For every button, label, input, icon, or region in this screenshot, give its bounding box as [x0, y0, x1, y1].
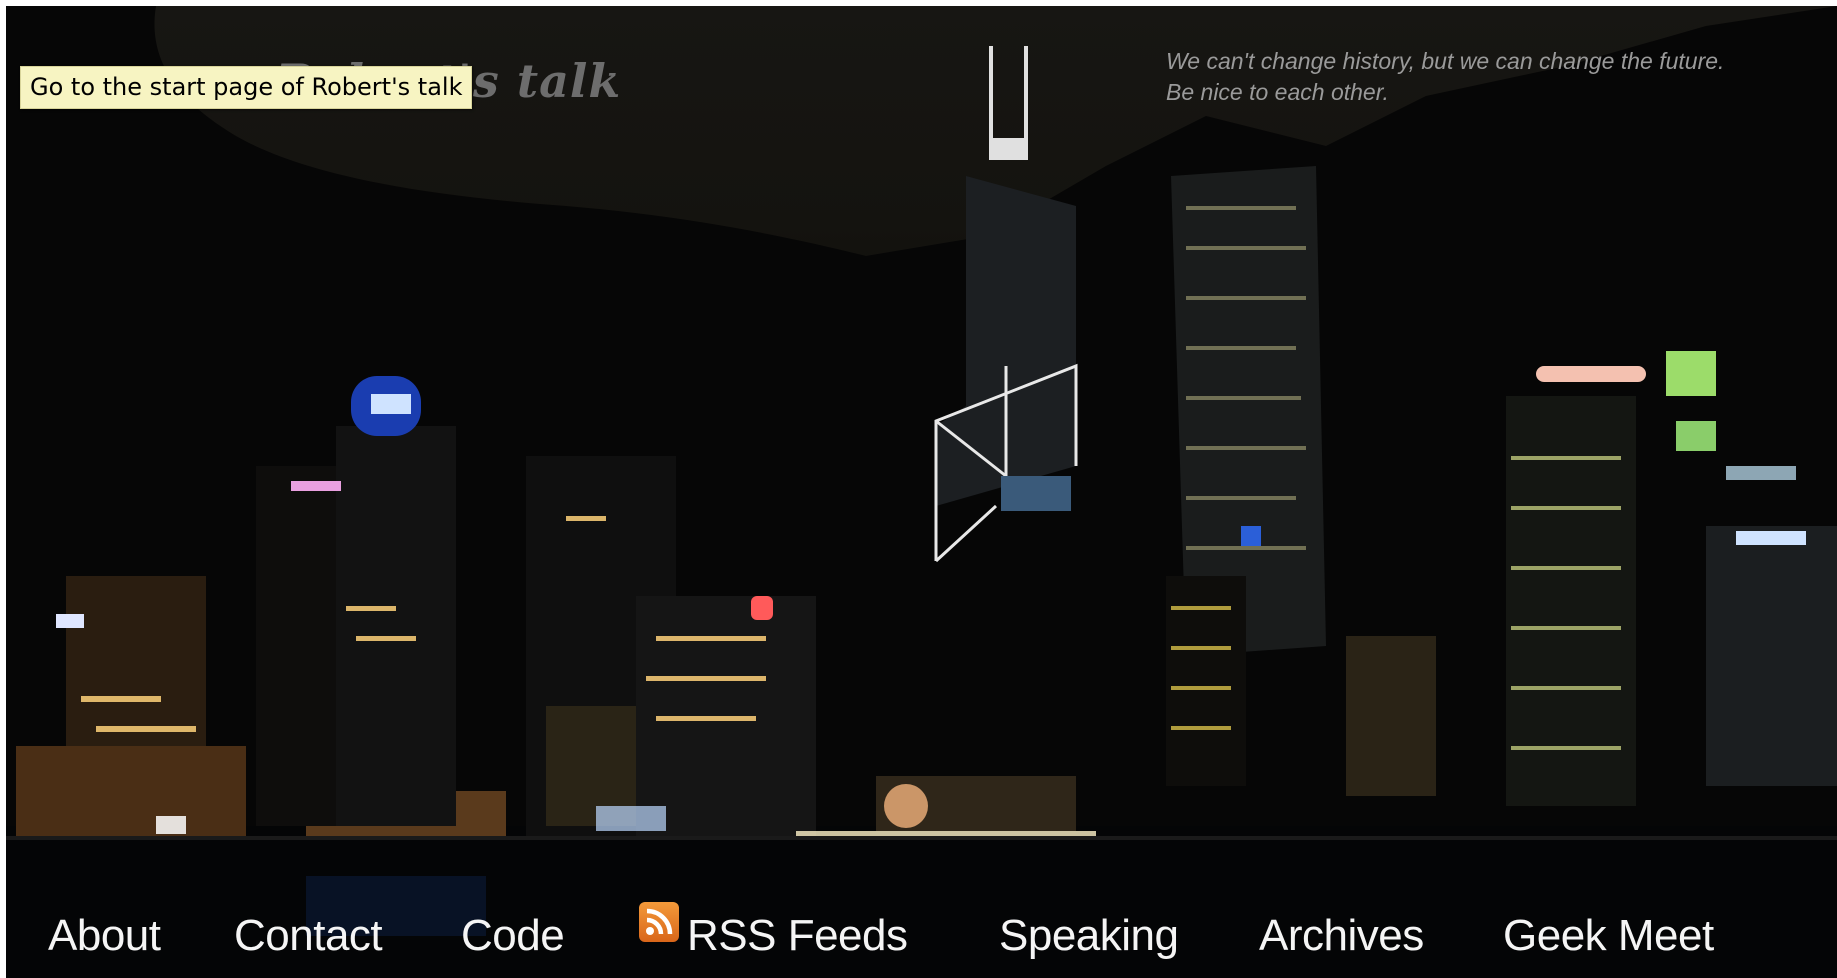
- nav-speaking-link[interactable]: Speaking: [999, 906, 1179, 966]
- nav-rss-feeds-link[interactable]: RSS Feeds: [639, 902, 908, 966]
- nav-archives-label: Archives: [1259, 911, 1424, 960]
- nav-archives-link[interactable]: Archives: [1259, 906, 1424, 966]
- tagline: We can't change history, but we can chan…: [1166, 46, 1837, 108]
- site-title-tooltip: Go to the start page of Robert's talk: [20, 66, 473, 109]
- header-banner: Robert's talk Go to the start page of Ro…: [6, 6, 1837, 978]
- nav-about-label: About: [48, 911, 161, 960]
- hong-kong-skyline-image: [6, 6, 1837, 978]
- main-navigation: About Contact Code RSS Feeds Speaking Ar…: [6, 902, 1837, 966]
- rss-icon: [639, 902, 679, 942]
- nav-code-link[interactable]: Code: [461, 906, 565, 966]
- tagline-line-2: Be nice to each other.: [1166, 79, 1389, 105]
- nav-contact-label: Contact: [234, 911, 383, 960]
- nav-geek-meet-link[interactable]: Geek Meet: [1503, 906, 1714, 966]
- nav-rss-feeds-label: RSS Feeds: [687, 911, 908, 960]
- tagline-line-1: We can't change history, but we can chan…: [1166, 48, 1725, 74]
- nav-code-label: Code: [461, 911, 565, 960]
- nav-about-link[interactable]: About: [48, 906, 161, 966]
- nav-geek-meet-label: Geek Meet: [1503, 911, 1714, 960]
- nav-contact-link[interactable]: Contact: [234, 906, 383, 966]
- nav-speaking-label: Speaking: [999, 911, 1179, 960]
